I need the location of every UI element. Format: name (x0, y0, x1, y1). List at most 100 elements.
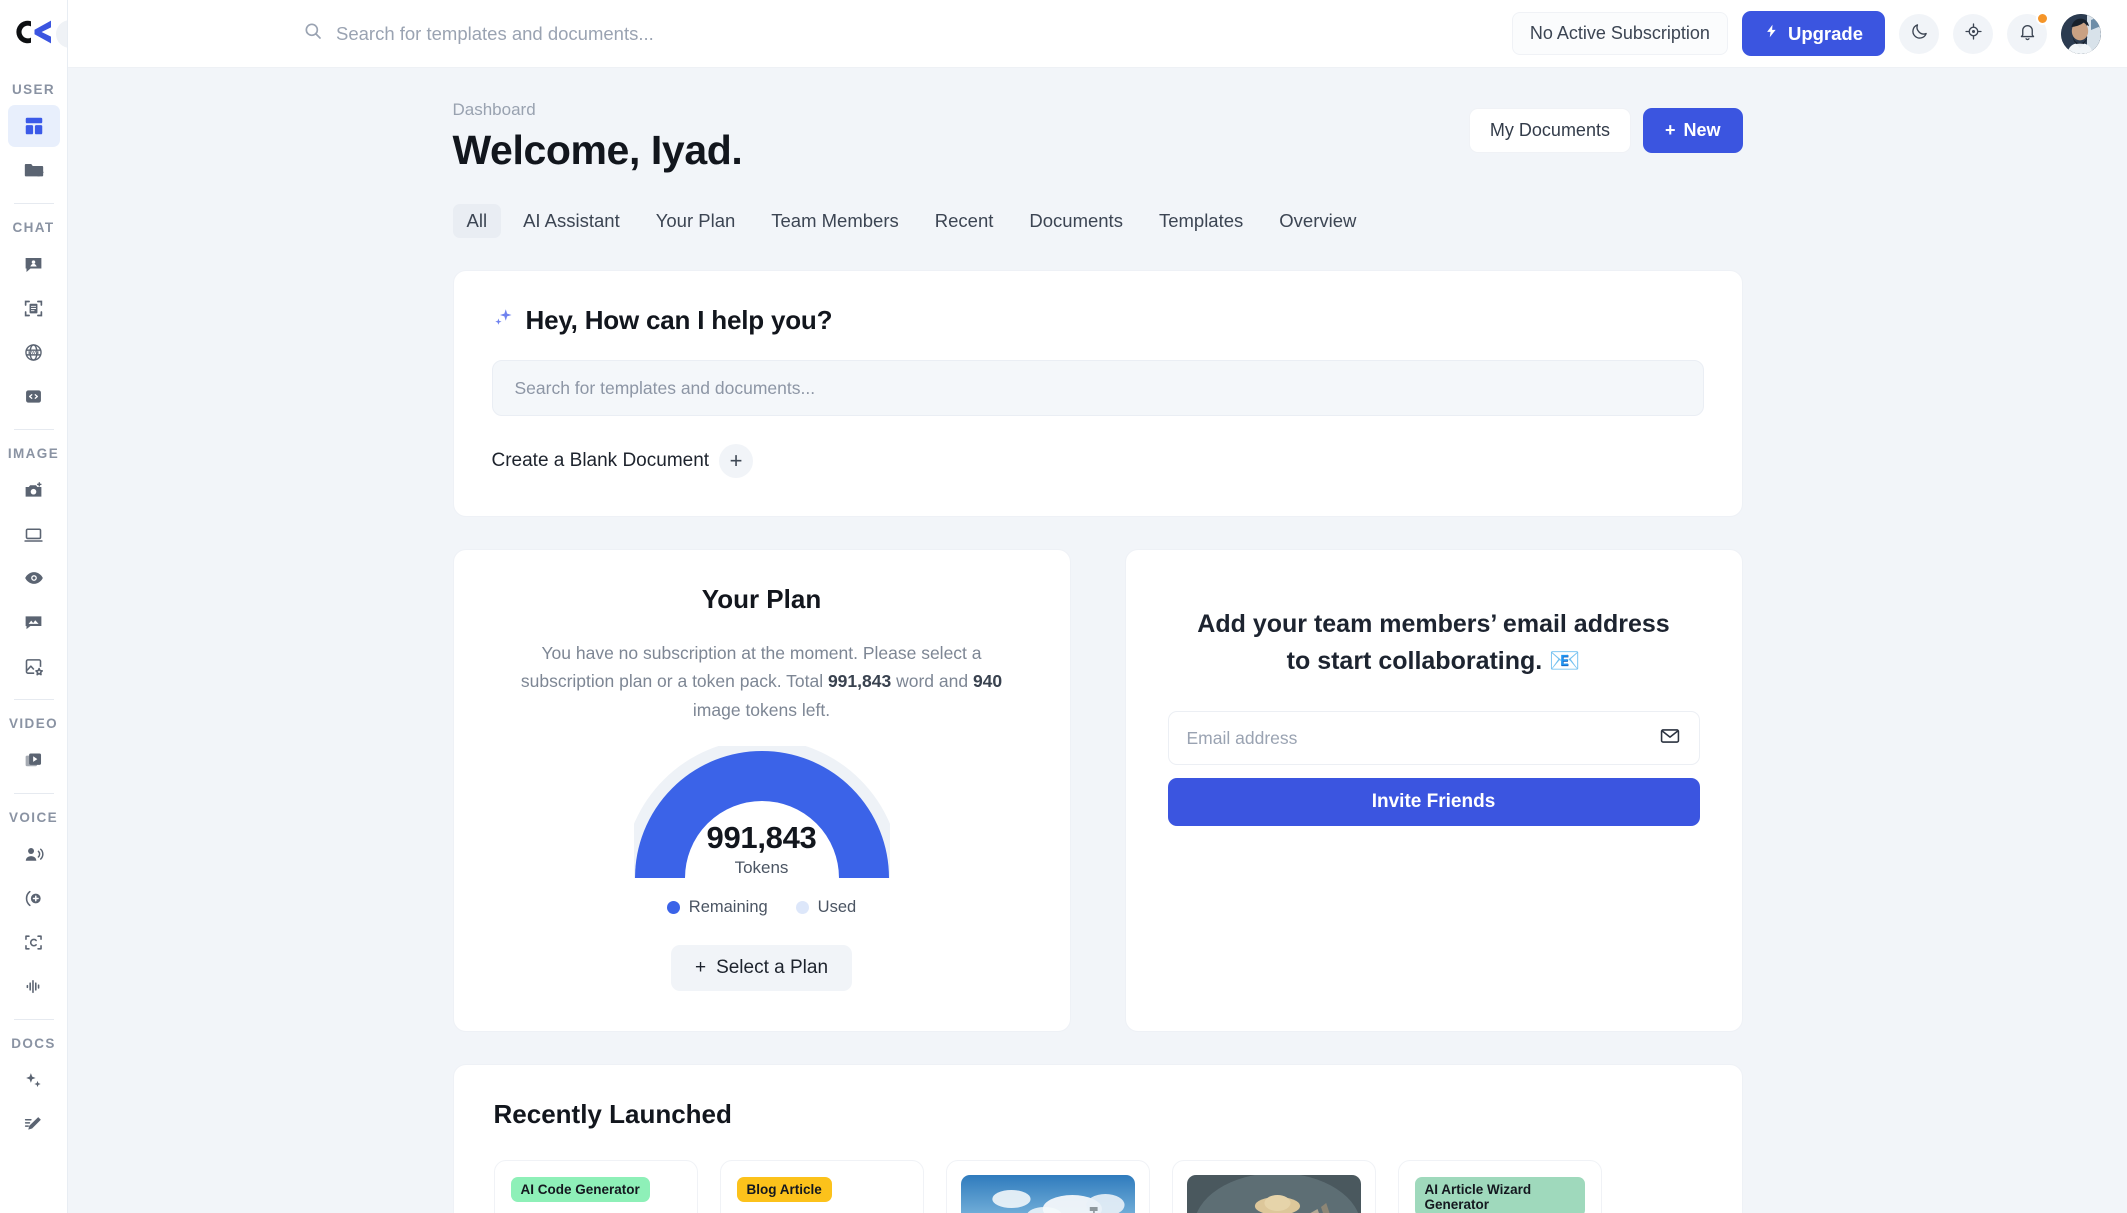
bell-icon (2018, 22, 2037, 46)
recent-item-thumbnail (1186, 1175, 1361, 1213)
sidebar-item-speech-to-text[interactable] (8, 921, 60, 963)
sidebar-item-ai-rewriter[interactable] (8, 1103, 60, 1145)
content-scroll[interactable]: Dashboard Welcome, Iyad. My Documents + … (68, 68, 2127, 1213)
legend-dot-used (795, 901, 809, 915)
ai-assistant-heading-row: Hey, How can I help you? (492, 305, 1704, 336)
sidebar-item-image-editor[interactable] (8, 645, 60, 687)
sidebar-divider (13, 203, 54, 204)
recent-item-badge: AI Article Wizard Generator (1414, 1177, 1585, 1213)
plus-icon: + (1664, 120, 1676, 140)
sparkle-icon (492, 307, 514, 334)
sidebar-item-ai-vision[interactable] (8, 557, 60, 599)
sidebar-item-voice-isolator[interactable] (8, 965, 60, 1007)
recent-item-card[interactable]: Blog Article New Workbook : # Living on … (719, 1160, 924, 1213)
topbar-actions: No Active Subscription Upgrade (1511, 11, 2101, 56)
tab-overview[interactable]: Overview (1265, 204, 1370, 238)
create-blank-document-row: Create a Blank Document + (492, 444, 1704, 478)
team-invite-title-line1: Add your team members’ email address (1197, 610, 1670, 638)
envelope-icon (1659, 725, 1681, 752)
plan-desc-mid: word and (891, 671, 973, 692)
your-plan-card: Your Plan You have no subscription at th… (452, 549, 1071, 1033)
notifications-button[interactable] (2007, 11, 2049, 54)
invite-friends-button[interactable]: Invite Friends (1167, 778, 1700, 826)
create-blank-document-button[interactable]: + (719, 444, 754, 478)
gauge-legend: Remaining Used (496, 898, 1028, 917)
recent-item-card[interactable]: AI Article Wizard Generator Charming Déc… (1397, 1160, 1602, 1213)
breadcrumb[interactable]: Dashboard (453, 100, 743, 120)
ai-assistant-search-input[interactable]: Search for templates and documents... (491, 360, 1704, 416)
sidebar: USER CHAT www IMAGE VIDEO VOICE DOCS (0, 0, 68, 1213)
sidebar-divider (13, 699, 54, 700)
avatar[interactable] (2061, 13, 2101, 54)
sidebar-item-dashboard[interactable] (7, 105, 60, 147)
sidebar-section-voice: VOICE (8, 810, 58, 825)
svg-text:www: www (28, 349, 40, 355)
sidebar-item-chat-with-document[interactable] (8, 287, 60, 329)
sidebar-section-chat: CHAT (12, 220, 55, 235)
tab-your-plan[interactable]: Your Plan (642, 204, 750, 238)
main-area: Search for templates and documents... No… (68, 0, 2127, 1213)
legend-item-remaining: Remaining (666, 898, 768, 917)
select-a-plan-label: Select a Plan (716, 957, 829, 979)
global-search[interactable]: Search for templates and documents... (68, 21, 1512, 46)
sidebar-section-image: IMAGE (7, 446, 60, 461)
team-invite-title-line2: to start collaborating. (1286, 646, 1543, 675)
dark-mode-toggle[interactable] (1899, 13, 1939, 54)
sidebar-item-ai-code[interactable] (8, 375, 60, 417)
tab-ai-assistant[interactable]: AI Assistant (509, 204, 634, 238)
legend-label-remaining: Remaining (688, 898, 768, 917)
sidebar-item-ai-writer[interactable] (8, 1059, 60, 1101)
recent-item-badge: AI Code Generator (510, 1177, 650, 1203)
team-invite-title: Add your team members’ email address to … (1168, 606, 1700, 679)
brand-logo-icon[interactable] (15, 18, 53, 51)
recent-item-card[interactable]: AI Code Generator New Workbook : Sure! B… (493, 1160, 698, 1213)
new-button-label: New (1683, 120, 1721, 140)
my-documents-button[interactable]: My Documents (1468, 108, 1631, 153)
sidebar-item-text-to-speech[interactable] (8, 833, 60, 875)
select-a-plan-button[interactable]: + Select a Plan (670, 945, 853, 992)
tab-all[interactable]: All (452, 204, 502, 238)
sidebar-item-chat-with-website[interactable]: www (8, 331, 60, 373)
upgrade-label: Upgrade (1787, 22, 1863, 44)
email-field[interactable]: Email address (1167, 711, 1700, 765)
tab-bar: All AI Assistant Your Plan Team Members … (452, 204, 1743, 238)
recent-item-card[interactable]: New Image (1171, 1160, 1376, 1213)
plan-image-tokens: 940 (972, 671, 1003, 692)
subscription-status-badge[interactable]: No Active Subscription (1511, 12, 1728, 55)
sidebar-item-my-documents[interactable] (8, 149, 60, 191)
sidebar-item-ai-chat[interactable] (8, 243, 60, 285)
tab-documents[interactable]: Documents (1015, 204, 1137, 238)
app-root: USER CHAT www IMAGE VIDEO VOICE DOCS Sea… (0, 0, 2127, 1213)
upgrade-button[interactable]: Upgrade (1741, 11, 1885, 56)
sidebar-item-ai-video[interactable] (8, 739, 60, 781)
recently-launched-grid: AI Code Generator New Workbook : Sure! B… (493, 1160, 1702, 1213)
global-search-placeholder: Search for templates and documents... (336, 22, 654, 44)
bolt-icon (1764, 22, 1779, 45)
support-button[interactable] (1953, 13, 1993, 54)
your-plan-title: Your Plan (701, 584, 822, 614)
moon-icon (1910, 22, 1929, 46)
plan-and-team-row: Your Plan You have no subscription at th… (452, 549, 1743, 1033)
email-placeholder: Email address (1186, 727, 1298, 748)
page-header-left: Dashboard Welcome, Iyad. (453, 100, 743, 178)
gauge-svg (633, 746, 890, 879)
sidebar-item-voice-clone[interactable] (8, 877, 60, 919)
your-plan-description: You have no subscription at the moment. … (496, 639, 1028, 724)
ai-assistant-search-placeholder: Search for templates and documents... (514, 377, 816, 398)
ai-assistant-card: Hey, How can I help you? Search for temp… (452, 270, 1743, 517)
email-emoji-icon: 📧 (1549, 646, 1581, 675)
ai-assistant-heading: Hey, How can I help you? (525, 305, 833, 335)
sidebar-item-chat-with-image[interactable] (8, 601, 60, 643)
recent-item-card[interactable]: New Image (945, 1160, 1150, 1213)
sidebar-section-user: USER (11, 82, 56, 97)
sidebar-item-ai-image-generator[interactable] (8, 469, 60, 511)
tab-team-members[interactable]: Team Members (757, 204, 912, 238)
tab-templates[interactable]: Templates (1145, 204, 1257, 238)
sidebar-collapse-button[interactable] (56, 20, 67, 48)
new-button[interactable]: + New (1642, 108, 1743, 153)
tab-recent[interactable]: Recent (921, 204, 1008, 238)
recent-item-badge: Blog Article (736, 1177, 832, 1203)
sidebar-section-video: VIDEO (8, 716, 58, 731)
recently-launched-title: Recently Launched (493, 1099, 732, 1130)
sidebar-item-ai-presentation[interactable] (8, 513, 60, 555)
